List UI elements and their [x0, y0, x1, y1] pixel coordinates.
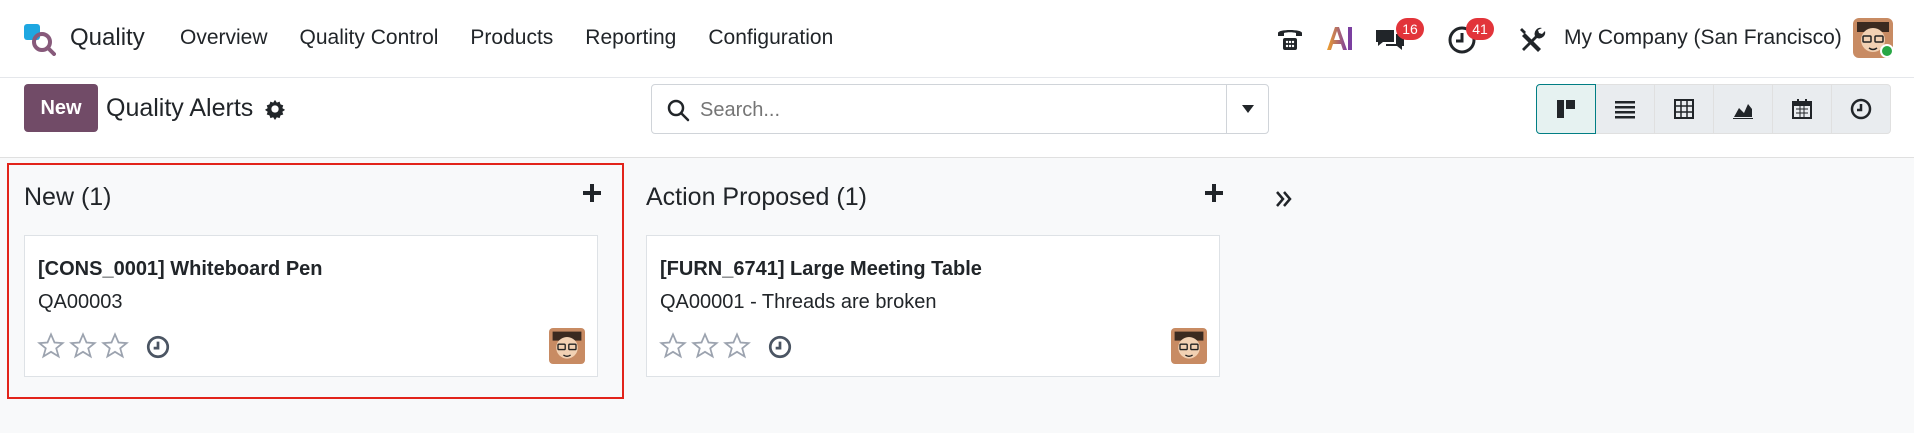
- tools-icon[interactable]: [1516, 24, 1548, 56]
- menu-configuration[interactable]: Configuration: [708, 26, 833, 50]
- calendar-icon: [1792, 99, 1812, 119]
- kanban-board: New (1) [CONS_0001] Whiteboard Pen QA000…: [0, 159, 1914, 433]
- search-bar: [651, 84, 1269, 134]
- card-reference: QA00001 - Threads are broken: [660, 291, 937, 313]
- list-icon: [1615, 101, 1635, 119]
- quality-app-icon[interactable]: [22, 22, 56, 56]
- control-panel: New Quality Alerts: [0, 78, 1914, 158]
- pivot-icon: [1674, 99, 1694, 119]
- online-status-dot: [1880, 44, 1894, 58]
- menu-reporting[interactable]: Reporting: [585, 26, 676, 50]
- search-input[interactable]: [700, 95, 1200, 125]
- activity-clock-icon[interactable]: [767, 334, 793, 360]
- graph-icon: [1733, 104, 1753, 119]
- activity-clock-icon[interactable]: [145, 334, 171, 360]
- phone-icon[interactable]: [1274, 22, 1306, 54]
- search-options-toggle[interactable]: [1226, 85, 1268, 133]
- kanban-card[interactable]: [CONS_0001] Whiteboard Pen QA00003: [24, 235, 598, 377]
- assignee-avatar[interactable]: [1171, 328, 1207, 364]
- card-reference: QA00003: [38, 291, 123, 313]
- top-navbar: Quality Overview Quality Control Product…: [0, 0, 1914, 78]
- star-icon[interactable]: [69, 332, 97, 360]
- view-kanban[interactable]: [1536, 84, 1596, 134]
- view-graph[interactable]: [1713, 84, 1773, 134]
- view-pivot[interactable]: [1654, 84, 1714, 134]
- view-activity[interactable]: [1831, 84, 1891, 134]
- caret-down-icon: [1241, 105, 1254, 113]
- plus-icon[interactable]: [1202, 181, 1226, 205]
- page-title: Quality Alerts: [106, 94, 254, 122]
- priority-stars: [659, 332, 751, 360]
- view-switcher: [1536, 84, 1891, 134]
- card-title: [CONS_0001] Whiteboard Pen: [38, 258, 323, 280]
- gear-icon[interactable]: [264, 98, 286, 120]
- ai-icon[interactable]: [1324, 22, 1356, 54]
- messages-badge: 16: [1396, 18, 1424, 40]
- assignee-avatar[interactable]: [549, 328, 585, 364]
- menu-quality-control[interactable]: Quality Control: [300, 26, 439, 50]
- plus-icon[interactable]: [580, 181, 604, 205]
- column-header[interactable]: Action Proposed (1): [646, 183, 867, 212]
- view-calendar[interactable]: [1772, 84, 1832, 134]
- kanban-icon: [1557, 100, 1575, 118]
- new-button[interactable]: New: [24, 84, 98, 132]
- menu-products[interactable]: Products: [470, 26, 553, 50]
- column-header[interactable]: New (1): [24, 183, 112, 212]
- company-switcher[interactable]: My Company (San Francisco): [1564, 26, 1842, 50]
- double-chevron-right-icon[interactable]: [1272, 187, 1296, 211]
- app-name[interactable]: Quality: [70, 24, 145, 52]
- activity-icon: [1850, 98, 1872, 120]
- star-icon[interactable]: [691, 332, 719, 360]
- star-icon[interactable]: [723, 332, 751, 360]
- star-icon[interactable]: [659, 332, 687, 360]
- star-icon[interactable]: [101, 332, 129, 360]
- kanban-card[interactable]: [FURN_6741] Large Meeting Table QA00001 …: [646, 235, 1220, 377]
- activities-badge: 41: [1466, 18, 1494, 40]
- view-list[interactable]: [1595, 84, 1655, 134]
- menu-overview[interactable]: Overview: [180, 26, 268, 50]
- star-icon[interactable]: [37, 332, 65, 360]
- search-icon: [667, 99, 690, 122]
- card-title: [FURN_6741] Large Meeting Table: [660, 258, 982, 280]
- main-menu: Overview Quality Control Products Report…: [180, 26, 865, 50]
- priority-stars: [37, 332, 129, 360]
